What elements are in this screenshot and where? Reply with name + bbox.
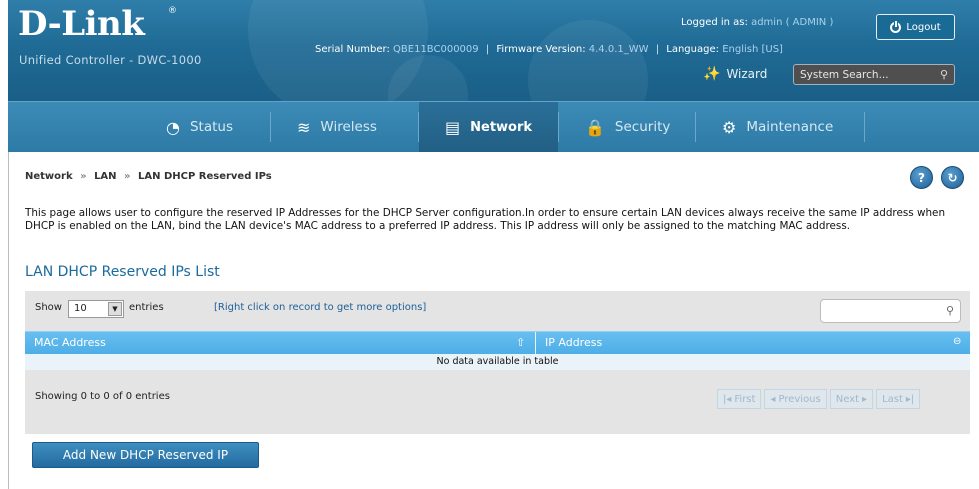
last-page-icon: ▸| [905, 393, 915, 405]
entries-label: entries [129, 302, 164, 313]
header-banner: D-Link ® Unified Controller - DWC-1000 L… [8, 0, 979, 101]
first-page-button[interactable]: |◂ First [717, 389, 762, 409]
info-separator: | [485, 44, 490, 55]
dropdown-arrow-icon: ▼ [108, 302, 122, 316]
previous-page-label: Previous [778, 393, 821, 405]
main-nav: ◔ Status ≋ Wireless ▤ Network 🔒 Security… [8, 101, 979, 152]
language-link[interactable]: English [US] [722, 44, 783, 55]
next-page-icon: ▸ [862, 393, 868, 405]
column-mac-address[interactable]: MAC Address [25, 332, 535, 354]
logout-label: Logout [906, 21, 941, 33]
wifi-icon: ≋ [297, 117, 311, 137]
content-left-border [8, 152, 9, 489]
page-description: This page allows user to configure the r… [25, 207, 946, 232]
system-search-input[interactable]: System Search... ⚲ [793, 64, 955, 85]
serial-label: Serial Number: [315, 44, 390, 55]
search-icon[interactable]: ⚲ [940, 68, 948, 81]
column-ip-address[interactable]: IP Address [536, 332, 970, 354]
table-header: MAC Address ⇧ IP Address ⊖ [25, 331, 970, 354]
nav-wireless-label: Wireless [320, 119, 377, 135]
breadcrumb-current: LAN DHCP Reserved IPs [137, 171, 272, 182]
nav-status-label: Status [189, 119, 233, 135]
table-controls: Show 10 ▼ entries [Right click on record… [25, 291, 970, 331]
nav-status[interactable]: ◔ Status [140, 102, 270, 152]
refresh-button[interactable]: ↻ [941, 166, 964, 189]
first-page-label: First [734, 393, 756, 405]
nav-security[interactable]: 🔒 Security [559, 102, 695, 152]
show-label: Show [35, 302, 62, 313]
breadcrumb-separator: » [124, 171, 131, 182]
breadcrumb-network[interactable]: Network [25, 171, 73, 182]
lock-icon: 🔒 [585, 117, 605, 137]
decorative-bubble [528, 20, 648, 101]
section-title: LAN DHCP Reserved IPs List [25, 264, 220, 280]
sort-ascending-icon[interactable]: ⇧ [516, 336, 525, 349]
help-button[interactable]: ? [910, 166, 933, 189]
nav-security-label: Security [614, 119, 671, 135]
breadcrumb: Network » LAN » LAN DHCP Reserved IPs [25, 171, 272, 182]
nav-network[interactable]: ▤ Network [419, 102, 558, 152]
breadcrumb-lan[interactable]: LAN [94, 171, 116, 182]
info-separator: | [655, 44, 660, 55]
table-info: Showing 0 to 0 of 0 entries [35, 391, 170, 402]
first-page-icon: |◂ [723, 393, 732, 405]
serial-value: QBE11BC000009 [393, 44, 479, 55]
wizard-label: Wizard [726, 67, 768, 81]
right-click-hint: [Right click on record to get more optio… [214, 302, 427, 313]
wizard-link[interactable]: ✨ Wizard [703, 66, 767, 82]
product-subtitle: Unified Controller - DWC-1000 [19, 53, 202, 67]
nav-network-label: Network [470, 119, 533, 135]
logged-in-user: admin ( ADMIN ) [751, 17, 834, 28]
gears-icon: ⚙ [722, 117, 737, 137]
power-icon [890, 20, 902, 33]
computer-icon: ▤ [445, 117, 461, 137]
previous-page-icon: ◂ [770, 393, 776, 405]
nav-maintenance-label: Maintenance [746, 119, 834, 135]
language-label: Language: [666, 44, 719, 55]
last-page-label: Last [882, 393, 903, 405]
sort-both-icon[interactable]: ⊖ [953, 336, 961, 347]
logged-in-info: Logged in as: admin ( ADMIN ) [681, 17, 833, 28]
firmware-value: 4.4.0.1_WW [588, 44, 649, 55]
magic-wand-icon: ✨ [703, 66, 721, 82]
nav-divider [864, 112, 865, 142]
logout-button[interactable]: Logout [876, 14, 955, 40]
pagination: |◂ First ◂ Previous Next ▸ Last ▸| [717, 389, 921, 409]
previous-page-button[interactable]: ◂ Previous [764, 389, 827, 409]
device-info-line: Serial Number: QBE11BC000009 | Firmware … [315, 44, 783, 55]
page-length-select[interactable]: 10 ▼ [68, 300, 124, 318]
logged-in-label: Logged in as: [681, 17, 748, 28]
search-placeholder: System Search... [800, 68, 889, 81]
reserved-ips-table-panel: Show 10 ▼ entries [Right click on record… [25, 291, 970, 434]
nav-maintenance[interactable]: ⚙ Maintenance [696, 102, 864, 152]
next-page-label: Next [835, 393, 860, 405]
next-page-button[interactable]: Next ▸ [829, 389, 874, 409]
registered-mark: ® [168, 6, 177, 16]
dashboard-icon: ◔ [166, 117, 180, 137]
search-icon: ⚲ [945, 304, 954, 317]
firmware-label: Firmware Version: [496, 44, 586, 55]
last-page-button[interactable]: Last ▸| [876, 389, 921, 409]
add-dhcp-reserved-ip-button[interactable]: Add New DHCP Reserved IP [32, 442, 259, 468]
page-length-value: 10 [74, 303, 87, 314]
empty-table-message: No data available in table [25, 354, 970, 370]
nav-wireless[interactable]: ≋ Wireless [271, 102, 418, 152]
dlink-logo: D-Link [18, 4, 145, 44]
breadcrumb-separator: » [80, 171, 87, 182]
table-search-input[interactable]: ⚲ [820, 299, 961, 323]
